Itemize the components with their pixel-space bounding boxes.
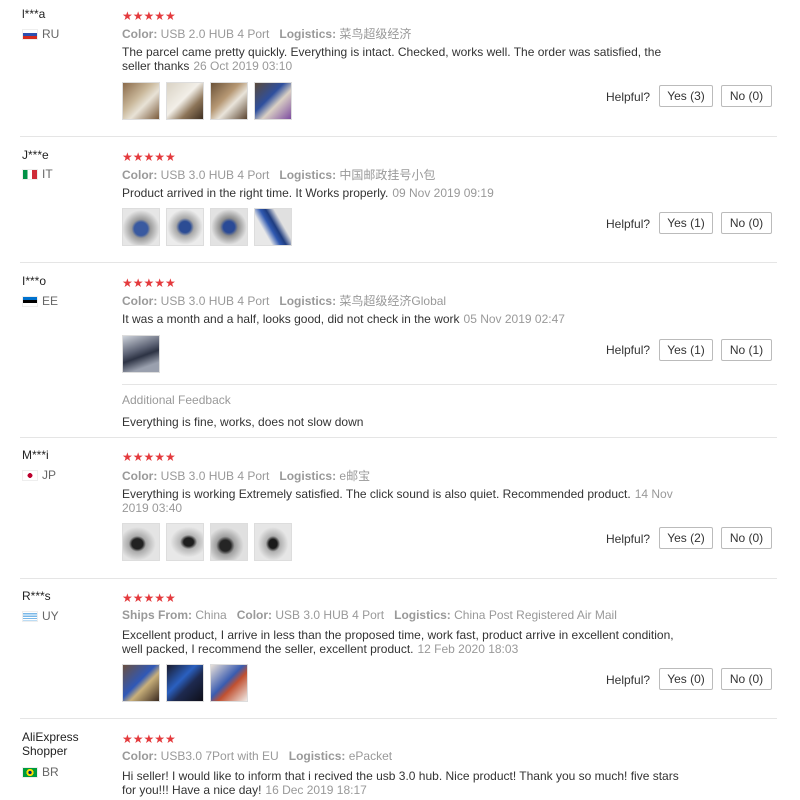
reviewer-country: JP xyxy=(22,468,56,482)
review-photo[interactable] xyxy=(166,523,204,561)
review-photo[interactable] xyxy=(254,523,292,561)
review-photo[interactable] xyxy=(122,208,160,246)
review-date: 05 Nov 2019 02:47 xyxy=(463,312,565,326)
flag-uy-icon xyxy=(22,610,38,622)
helpful-yes-button[interactable]: Yes (3) xyxy=(659,85,713,107)
additional-feedback-label: Additional Feedback xyxy=(122,393,231,407)
divider xyxy=(20,718,777,719)
country-code: BR xyxy=(42,765,59,779)
helpful-yes-button[interactable]: Yes (1) xyxy=(659,339,713,361)
review-photo[interactable] xyxy=(166,664,204,702)
helpful-yes-button[interactable]: Yes (1) xyxy=(659,212,713,234)
review-photo[interactable] xyxy=(254,82,292,120)
review-photo[interactable] xyxy=(122,664,160,702)
reviewer-country: IT xyxy=(22,167,53,181)
helpful-no-button[interactable]: No (0) xyxy=(721,85,772,107)
flag-ee-icon xyxy=(22,295,38,307)
helpful-label: Helpful? xyxy=(606,90,651,104)
review-meta: Color: USB 2.0 HUB 4 Port Logistics: 菜鸟超级… xyxy=(122,27,412,41)
star-rating: ★★★★★ xyxy=(122,276,176,290)
review-text: Product arrived in the right time. It Wo… xyxy=(122,186,494,200)
review-text: The parcel came pretty quickly. Everythi… xyxy=(122,45,662,73)
divider xyxy=(20,437,777,438)
review-photos xyxy=(122,208,292,246)
country-code: JP xyxy=(42,468,57,482)
divider xyxy=(20,262,777,263)
star-rating: ★★★★★ xyxy=(122,450,176,464)
review-photo[interactable] xyxy=(122,523,160,561)
review-photo[interactable] xyxy=(254,208,292,246)
review-photo[interactable] xyxy=(122,335,160,373)
review-photo[interactable] xyxy=(166,82,204,120)
additional-feedback-text: Everything is fine, works, does not slow… xyxy=(122,415,364,429)
helpful-label: Helpful? xyxy=(606,217,651,231)
review-photos xyxy=(122,82,292,120)
divider xyxy=(20,136,777,137)
country-code: RU xyxy=(42,27,60,41)
review-photos xyxy=(122,335,160,373)
reviewer-country: EE xyxy=(22,294,58,308)
review-photos xyxy=(122,664,248,702)
helpful-no-button[interactable]: No (0) xyxy=(721,212,772,234)
helpful-label: Helpful? xyxy=(606,343,651,357)
review-text: Everything is working Extremely satisfie… xyxy=(122,487,673,515)
reviewer-name: R***s xyxy=(22,589,51,603)
review-photos xyxy=(122,523,292,561)
divider xyxy=(20,578,777,579)
review-date: 12 Feb 2020 18:03 xyxy=(417,642,519,656)
review-photo[interactable] xyxy=(122,82,160,120)
reviewer-name: l***a xyxy=(22,7,46,21)
country-code: IT xyxy=(42,167,53,181)
review-date: 09 Nov 2019 09:19 xyxy=(392,186,494,200)
review-meta: Color: USB 3.0 HUB 4 Port Logistics: e邮宝 xyxy=(122,469,371,483)
helpful-label: Helpful? xyxy=(606,532,651,546)
review-photo[interactable] xyxy=(210,664,248,702)
helpful-yes-button[interactable]: Yes (0) xyxy=(659,668,713,690)
review-date: 26 Oct 2019 03:10 xyxy=(193,59,293,73)
review-photo[interactable] xyxy=(210,82,248,120)
review-meta: Ships From: China Color: USB 3.0 HUB 4 Po… xyxy=(122,608,617,622)
review-photo[interactable] xyxy=(166,208,204,246)
helpful-no-button[interactable]: No (0) xyxy=(721,668,772,690)
helpful-no-button[interactable]: No (0) xyxy=(721,527,772,549)
helpful-label: Helpful? xyxy=(606,673,651,687)
review-meta: Color: USB3.0 7Port with EU Logistics: eP… xyxy=(122,749,393,763)
flag-ru-icon xyxy=(22,28,38,40)
review-photo[interactable] xyxy=(210,208,248,246)
review-text: Hi seller! I would like to inform that i… xyxy=(122,769,679,797)
flag-it-icon xyxy=(22,168,38,180)
reviewer-name: I***o xyxy=(22,274,47,288)
star-rating: ★★★★★ xyxy=(122,9,176,23)
country-code: UY xyxy=(42,609,59,623)
reviewer-country: BR xyxy=(22,765,59,779)
flag-br-icon xyxy=(22,766,38,778)
review-photo[interactable] xyxy=(210,523,248,561)
review-text: Excellent product, I arrive in less than… xyxy=(122,628,674,656)
reviewer-name: J***e xyxy=(22,148,49,162)
helpful-no-button[interactable]: No (1) xyxy=(721,339,772,361)
country-code: EE xyxy=(42,294,59,308)
star-rating: ★★★★★ xyxy=(122,732,176,746)
reviewer-name: M***i xyxy=(22,448,49,462)
review-text: It was a month and a half, looks good, d… xyxy=(122,312,565,326)
review-date: 16 Dec 2019 18:17 xyxy=(265,783,367,797)
review-meta: Color: USB 3.0 HUB 4 Port Logistics: 中国邮政… xyxy=(122,168,436,182)
reviewer-country: UY xyxy=(22,609,59,623)
reviewer-name: AliExpress Shopper xyxy=(22,730,79,758)
helpful-yes-button[interactable]: Yes (2) xyxy=(659,527,713,549)
divider xyxy=(122,384,777,385)
star-rating: ★★★★★ xyxy=(122,150,176,164)
reviewer-country: RU xyxy=(22,27,59,41)
star-rating: ★★★★★ xyxy=(122,591,176,605)
review-meta: Color: USB 3.0 HUB 4 Port Logistics: 菜鸟超级… xyxy=(122,294,447,308)
flag-jp-icon xyxy=(22,469,38,481)
